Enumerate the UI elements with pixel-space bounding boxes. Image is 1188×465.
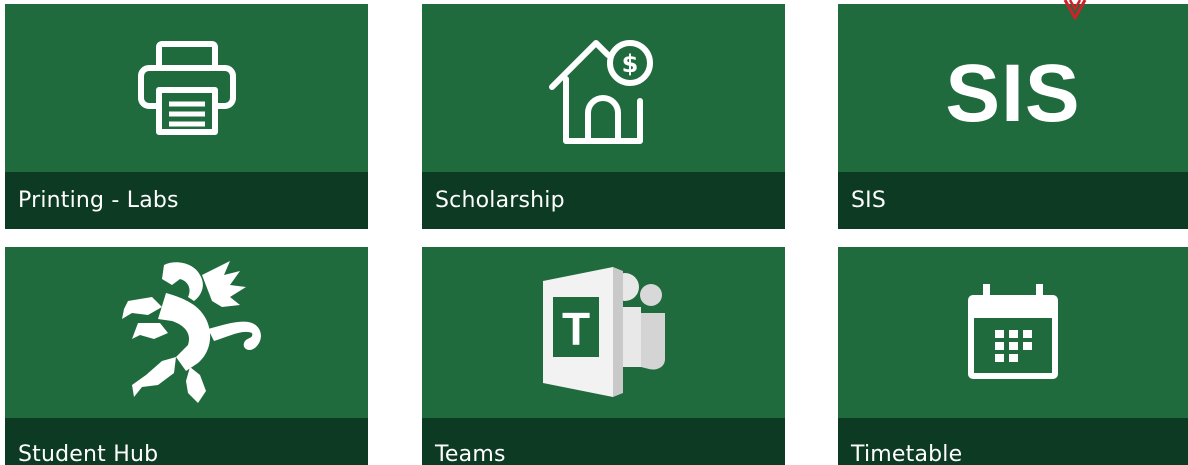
tile-label: SIS [851, 188, 887, 213]
tile-label-bar: Scholarship [422, 172, 785, 229]
tile-label: Timetable [851, 442, 963, 465]
printer-icon [137, 41, 236, 135]
tile-icon-area: SIS [838, 4, 1188, 172]
tile-label-bar: Printing - Labs [5, 172, 368, 229]
tile-printing-labs[interactable]: Printing - Labs [5, 4, 368, 229]
tile-student-hub[interactable]: Student Hub [5, 247, 368, 465]
arrow-down-icon [1063, 0, 1087, 20]
tile-icon-area [5, 247, 368, 417]
tile-sis[interactable]: SIS SIS [838, 4, 1188, 229]
calendar-icon [968, 284, 1058, 379]
svg-text:T: T [561, 303, 589, 355]
tile-label: Teams [435, 442, 506, 465]
griffin-icon [121, 261, 261, 403]
tile-timetable[interactable]: Timetable [838, 247, 1188, 465]
tile-label-bar: SIS [838, 172, 1188, 229]
sis-text-icon: SIS [945, 48, 1081, 139]
tile-icon-area [838, 247, 1188, 417]
tile-icon-area: T [422, 247, 785, 417]
tile-label-bar: Student Hub [5, 418, 368, 465]
tile-teams[interactable]: T Teams [422, 247, 785, 465]
house-dollar-icon: $ [548, 40, 653, 144]
svg-text:$: $ [621, 50, 638, 78]
teams-icon: T [542, 267, 665, 397]
tile-label: Scholarship [435, 188, 565, 213]
tile-icon-area [5, 4, 368, 172]
tile-label: Printing - Labs [18, 188, 179, 213]
tile-label-bar: Teams [422, 418, 785, 465]
tile-label-bar: Timetable [838, 418, 1188, 465]
tile-scholarship[interactable]: $ Scholarship [422, 4, 785, 229]
app-tile-grid: Printing - Labs $ Scholarship SIS SIS St… [0, 0, 1188, 465]
tile-icon-area: $ [422, 4, 785, 172]
tile-label: Student Hub [18, 442, 159, 465]
